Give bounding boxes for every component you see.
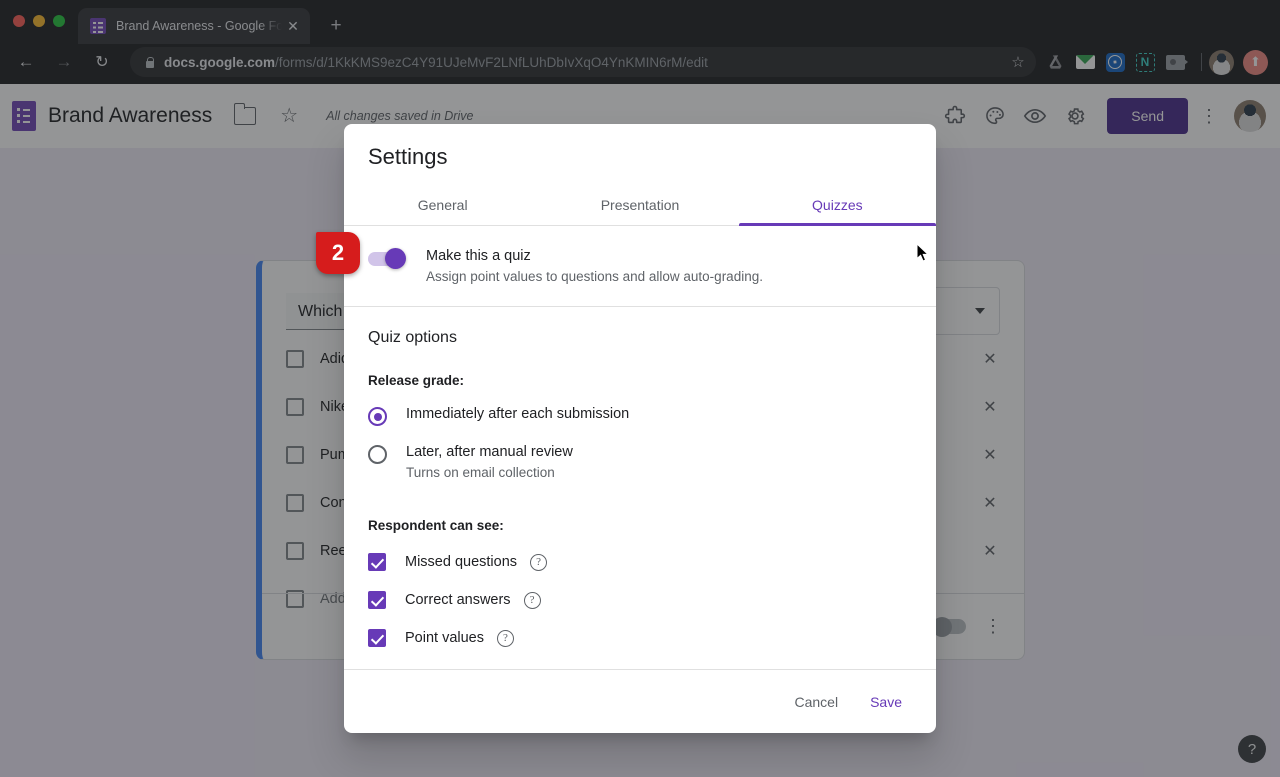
settings-dialog: Settings General Presentation Quizzes Ma… [344,124,936,733]
cancel-button[interactable]: Cancel [782,685,850,719]
make-this-a-quiz-row: Make this a quiz Assign point values to … [344,226,936,307]
release-grade-option-later[interactable]: Later, after manual review Turns on emai… [368,444,912,480]
dialog-title: Settings [344,124,936,170]
radio-later-text: Later, after manual review Turns on emai… [406,444,573,480]
checkbox-row-correct-answers[interactable]: Correct answers ? [368,591,912,609]
release-grade-label: Release grade: [368,373,912,388]
checkbox-point-values[interactable] [368,629,386,647]
checkbox-row-point-values[interactable]: Point values ? [368,629,912,647]
label-missed-questions: Missed questions [405,554,517,570]
checkbox-missed-questions[interactable] [368,553,386,571]
checkbox-correct-answers[interactable] [368,591,386,609]
tab-quizzes[interactable]: Quizzes [739,184,936,225]
make-this-a-quiz-description: Assign point values to questions and all… [426,269,912,284]
radio-later-sublabel: Turns on email collection [406,465,573,480]
quiz-options-content: Quiz options Release grade: Immediately … [344,307,936,669]
radio-immediately-label: Immediately after each submission [406,406,629,422]
help-icon-point-values[interactable]: ? [497,630,514,647]
radio-immediately[interactable] [368,407,387,426]
label-correct-answers: Correct answers [405,592,511,608]
save-button[interactable]: Save [858,685,914,719]
step-number-badge: 2 [316,232,360,274]
quiz-options-heading: Quiz options [368,329,912,347]
help-icon-correct-answers[interactable]: ? [524,592,541,609]
make-this-a-quiz-label: Make this a quiz [426,248,912,264]
make-this-a-quiz-toggle[interactable] [368,252,404,266]
tab-general[interactable]: General [344,184,541,225]
help-icon-missed-questions[interactable]: ? [530,554,547,571]
make-this-a-quiz-text: Make this a quiz Assign point values to … [426,248,912,284]
dialog-tabs: General Presentation Quizzes [344,184,936,226]
label-point-values: Point values [405,630,484,646]
radio-immediately-text: Immediately after each submission [406,406,629,422]
release-grade-option-immediately[interactable]: Immediately after each submission [368,406,912,426]
respondent-can-see-label: Respondent can see: [368,518,912,533]
checkbox-row-missed-questions[interactable]: Missed questions ? [368,553,912,571]
radio-later-label: Later, after manual review [406,444,573,460]
radio-later[interactable] [368,445,387,464]
dialog-footer: Cancel Save [344,669,936,733]
tab-presentation[interactable]: Presentation [541,184,738,225]
